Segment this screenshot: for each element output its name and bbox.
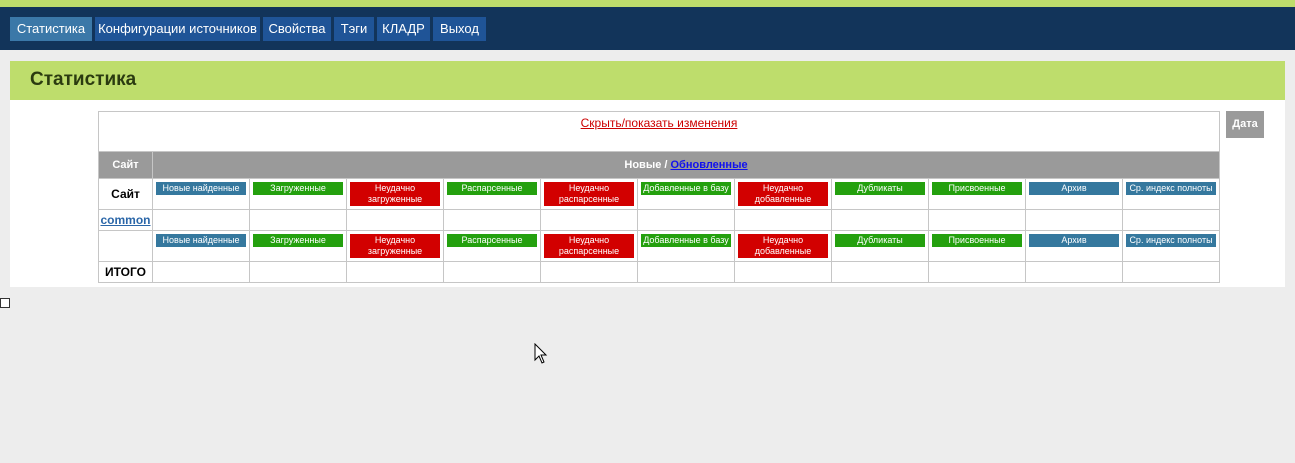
column-badge: Неудачно загруженные xyxy=(350,182,440,206)
column-badge: Загруженные xyxy=(253,182,343,195)
column-badge: Ср. индекс полноты xyxy=(1126,182,1216,195)
column-badge: Присвоенные xyxy=(932,234,1022,247)
new-label: Новые xyxy=(624,159,662,171)
table-row: common xyxy=(98,209,1220,231)
main-navbar: Статистика Конфигурации источников Свойс… xyxy=(0,7,1295,50)
column-badge: Новые найденные xyxy=(156,182,246,195)
column-badge: Неудачно добавленные xyxy=(738,234,828,258)
column-badge: Распарсенные xyxy=(447,182,537,195)
mouse-cursor-icon xyxy=(534,343,548,364)
date-button[interactable]: Дата xyxy=(1226,111,1264,138)
nav-kladr[interactable]: КЛАДР xyxy=(377,17,430,41)
page-header: Статистика xyxy=(10,61,1285,100)
column-badge: Архив xyxy=(1029,182,1119,195)
page-title: Статистика xyxy=(30,69,137,90)
column-header-row-repeat: Новые найденные Загруженные Неудачно заг… xyxy=(98,230,1220,262)
content-panel: Статистика Скрыть/показать изменения Сай… xyxy=(10,61,1285,287)
column-badge: Дубликаты xyxy=(835,182,925,195)
column-badge: Распарсенные xyxy=(447,234,537,247)
column-badge: Присвоенные xyxy=(932,182,1022,195)
column-badge: Ср. индекс полноты xyxy=(1126,234,1216,247)
column-badge: Неудачно распарсенные xyxy=(544,234,634,258)
column-badge: Добавленные в базу xyxy=(641,182,731,195)
column-badge: Добавленные в базу xyxy=(641,234,731,247)
separator: / xyxy=(661,159,671,171)
toggle-row: Скрыть/показать изменения xyxy=(98,111,1220,152)
nav-statistics[interactable]: Статистика xyxy=(10,17,92,41)
toggle-changes-link[interactable]: Скрыть/показать изменения xyxy=(581,116,738,130)
column-badge: Загруженные xyxy=(253,234,343,247)
total-row: ИТОГО xyxy=(98,261,1220,283)
updated-link[interactable]: Обновленные xyxy=(671,159,748,171)
nav-logout[interactable]: Выход xyxy=(433,17,486,41)
checkbox[interactable] xyxy=(0,298,10,308)
new-updated-header: Новые / Обновленные xyxy=(152,151,1220,179)
row-site-label: Сайт xyxy=(98,178,153,210)
total-label: ИТОГО xyxy=(98,261,153,283)
column-badge: Неудачно распарсенные xyxy=(544,182,634,206)
nav-source-configs[interactable]: Конфигурации источников xyxy=(95,17,260,41)
column-badge: Новые найденные xyxy=(156,234,246,247)
site-column-header: Сайт xyxy=(98,151,153,179)
stats-table: Скрыть/показать изменения Сайт Новые / О… xyxy=(98,111,1220,283)
site-link-common[interactable]: common xyxy=(100,213,150,227)
top-accent-strip xyxy=(0,0,1295,7)
nav-properties[interactable]: Свойства xyxy=(263,17,331,41)
column-badge: Архив xyxy=(1029,234,1119,247)
column-badge: Неудачно добавленные xyxy=(738,182,828,206)
column-header-row: Сайт Новые найденные Загруженные Неудачн… xyxy=(98,178,1220,210)
column-badge: Дубликаты xyxy=(835,234,925,247)
nav-tags[interactable]: Тэги xyxy=(334,17,374,41)
column-badge: Неудачно загруженные xyxy=(350,234,440,258)
